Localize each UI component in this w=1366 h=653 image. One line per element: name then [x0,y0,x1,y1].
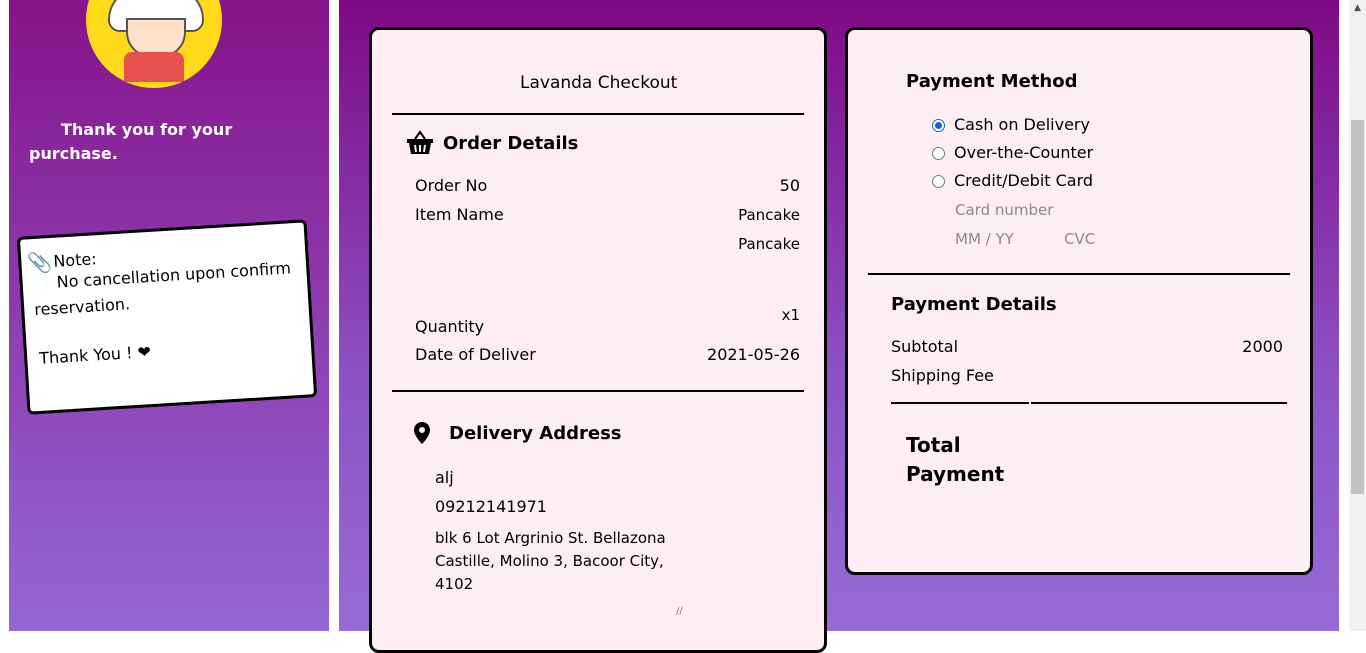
option-cash-on-delivery[interactable]: Cash on Delivery [954,115,1090,134]
address-textarea[interactable]: blk 6 Lot Argrinio St. Bellazona Castill… [435,527,666,596]
checkout-title: Lavanda Checkout [520,73,678,93]
expiry-input[interactable]: MM / YY [955,230,1014,248]
address-section-title: Delivery Address [449,423,622,444]
order-no-label: Order No [415,176,488,195]
scroll-up-icon[interactable]: ▲ [1349,0,1366,17]
radio-cash-on-delivery[interactable] [932,119,945,132]
note-card: 📎 Note: No cancellation upon confirm res… [16,219,318,415]
order-no-value: 50 [779,176,800,195]
total-label-line2: Payment [906,462,1005,486]
divider [392,113,804,115]
scrollbar-thumb[interactable] [1351,120,1364,494]
item-name-value: Pancake [738,206,800,224]
total-label: Total [906,433,961,457]
option-over-the-counter[interactable]: Over-the-Counter [954,143,1093,162]
resize-grip-icon[interactable]: ∕∕ [676,606,683,617]
option-credit-debit-card[interactable]: Credit/Debit Card [954,171,1093,190]
customer-name: alj [435,468,454,487]
shipping-label: Shipping Fee [891,366,994,385]
note-thanks: Thank You ! ❤ [38,342,152,368]
item-name-value: Pancake [738,235,800,253]
cvc-input[interactable]: CVC [1064,230,1095,248]
item-name-label: Item Name [415,205,504,224]
order-section-title: Order Details [443,133,579,154]
quantity-value: x1 [781,306,800,324]
divider [891,402,1029,404]
date-label: Date of Deliver [415,345,536,364]
divider [1031,402,1287,404]
date-value: 2021-05-26 [707,345,800,364]
radio-over-the-counter[interactable] [932,147,945,160]
payment-method-title: Payment Method [906,71,1078,92]
thanks-message: Thank you for your purchase. [29,120,233,163]
radio-credit-debit-card[interactable] [932,175,945,188]
payment-details-title: Payment Details [891,294,1057,315]
card-number-input[interactable]: Card number [955,201,1053,219]
location-pin-icon [414,422,430,448]
divider [392,390,804,392]
basket-icon [406,130,434,160]
customer-phone: 09212141971 [435,497,547,516]
subtotal-value: 2000 [1242,337,1283,356]
quantity-label: Quantity [415,317,485,336]
divider [868,273,1290,275]
subtotal-label: Subtotal [891,337,959,356]
